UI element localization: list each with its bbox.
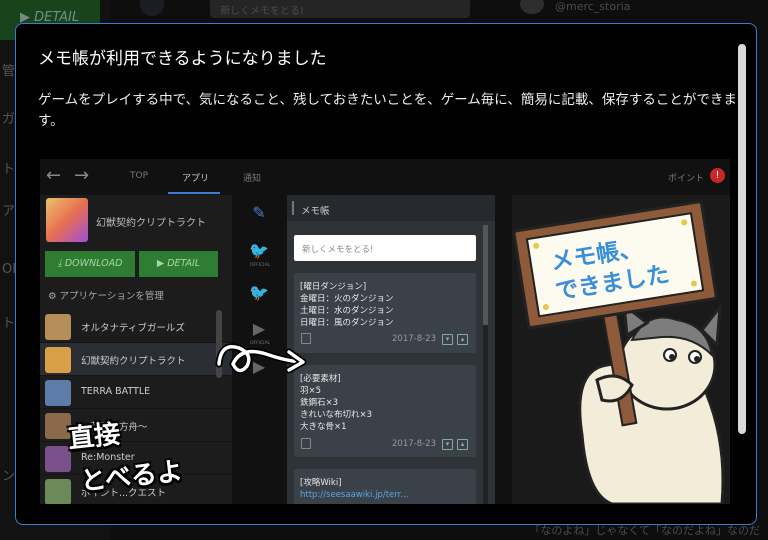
alert-badge-icon: !	[710, 168, 725, 183]
app-list-thumbnail	[45, 446, 71, 472]
modal-title: メモ帳が利用できるようになりました	[38, 49, 327, 69]
tab-top: TOP	[130, 171, 149, 181]
modal-description: ゲームをプレイする中で、気になること、残しておきたいことを、ゲーム毎に、簡易に記…	[38, 92, 737, 129]
app-list-thumbnail	[45, 380, 71, 406]
back-arrow-icon: ←	[46, 165, 62, 186]
memo-edit-icon: ✎	[252, 203, 266, 222]
app-list-thumbnail	[45, 347, 71, 373]
active-tab-indicator	[168, 192, 220, 194]
move-down-icon: ▾	[442, 334, 453, 345]
manage-apps-link: ⚙ アプリケーションを管理	[48, 291, 164, 302]
app-name: 幻獣契約クリプトラクト	[96, 218, 206, 229]
app-list-label: オルタナティブガールズ	[81, 323, 185, 334]
curly-arrow-icon	[215, 343, 307, 374]
memo-card: [必要素材] 羽×5 鉄鋼石×3 きれいな布切れ×3 大きな骨×1 2017-8…	[294, 365, 476, 457]
detail-button: ▶ DETAIL	[139, 251, 218, 277]
tab-apps: アプリ	[182, 174, 210, 184]
memo-link-title: [攻略Wiki]	[300, 478, 342, 488]
memo-card: [攻略Wiki] http://seesaawiki.jp/terr...	[294, 469, 476, 504]
app-list-label: 幻獣契約クリプトラクト	[81, 356, 186, 367]
memo-header-bar	[292, 201, 294, 215]
forward-arrow-icon: →	[74, 165, 90, 186]
twitter-icon: 🐦	[249, 283, 269, 302]
app-list-thumbnail	[45, 314, 71, 340]
app-list-item: TERRA BATTLE	[40, 376, 232, 409]
app-list-item: 幻獣契約クリプトラクト	[40, 343, 232, 376]
feature-screenshot: ← → TOP アプリ 通知 ポイント ! 幻獣契約クリプトラクト ⤓ DOWN…	[40, 159, 730, 504]
memo-link: http://seesaawiki.jp/terr...	[300, 490, 409, 500]
trash-icon	[301, 438, 311, 449]
mascot-illustration: メモ帳、 できました	[512, 195, 730, 504]
new-memo-input: 新しくメモをとる!	[294, 235, 476, 261]
memo-header: メモ帳	[287, 195, 495, 221]
memo-text: [攻略Wiki] http://seesaawiki.jp/terr...	[300, 477, 408, 501]
app-list-label: TERRA BATTLE	[81, 386, 151, 397]
move-up-icon: ▴	[457, 334, 468, 345]
app-list-thumbnail	[45, 479, 71, 504]
mascot-cat-holding-sign: メモ帳、 できました	[512, 200, 725, 504]
memo-date: 2017-8-23	[392, 439, 436, 449]
memo-date: 2017-8-23	[392, 334, 436, 344]
announcement-modal: メモ帳が利用できるようになりました ゲームをプレイする中で、気になること、残して…	[15, 23, 757, 525]
screenshot-topbar: ← → TOP アプリ 通知 ポイント !	[40, 159, 730, 195]
modal-scrollbar[interactable]	[738, 44, 746, 434]
memo-header-title: メモ帳	[301, 206, 330, 217]
app-thumbnail	[46, 198, 88, 242]
twitter-official-icon: 🐦	[249, 241, 269, 260]
handwritten-label-line1: 直接	[66, 419, 122, 455]
download-button: ⤓ DOWNLOAD	[45, 251, 135, 277]
memo-card: [曜日ダンジョン] 金曜日：火のダンジョン 土曜日：水のダンジョン 日曜日：風の…	[294, 273, 476, 353]
tab-notifications: 通知	[243, 174, 262, 184]
memo-panel: メモ帳 新しくメモをとる! [曜日ダンジョン] 金曜日：火のダンジョン 土曜日：…	[287, 195, 495, 504]
move-down-icon: ▾	[442, 439, 453, 450]
points-label: ポイント	[668, 174, 705, 184]
memo-text: [曜日ダンジョン] 金曜日：火のダンジョン 土曜日：水のダンジョン 日曜日：風の…	[300, 282, 394, 328]
icon-caption: OFFICIAL	[249, 263, 271, 268]
memo-scrollbar-thumb	[483, 225, 488, 325]
app-list-item: オルタナティブガールズ	[40, 310, 232, 343]
move-up-icon: ▴	[457, 439, 468, 450]
